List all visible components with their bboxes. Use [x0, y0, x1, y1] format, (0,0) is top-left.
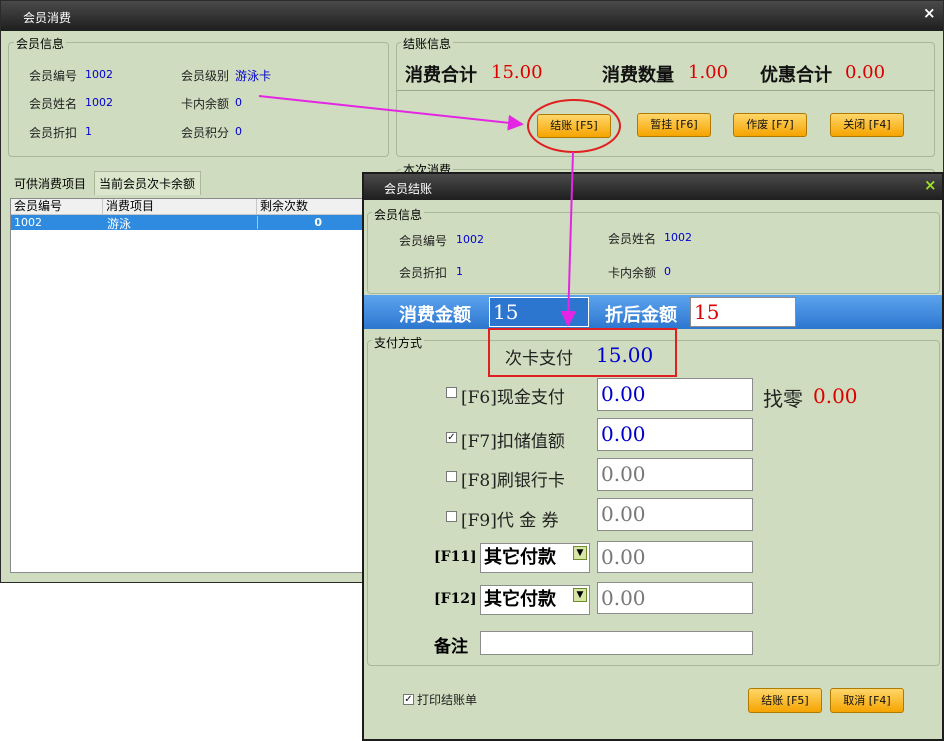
annotation-ellipse: [527, 99, 621, 153]
annotation-overlay: [258, 95, 677, 377]
annotation-arrow-card-pay: [560, 151, 577, 327]
annotation-arrow-balance: [258, 95, 524, 131]
annotation-highlight-box: [488, 328, 677, 377]
